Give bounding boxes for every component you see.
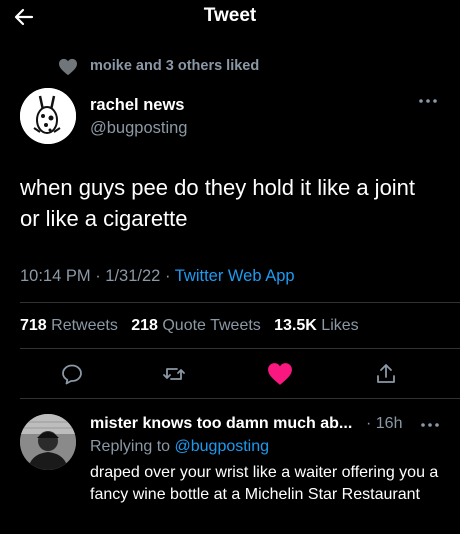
author-handle[interactable]: @bugposting bbox=[90, 119, 188, 138]
more-dots-icon[interactable] bbox=[418, 418, 442, 432]
page-title: Tweet bbox=[203, 5, 257, 26]
divider bbox=[20, 348, 460, 349]
meta-separator: · bbox=[160, 267, 175, 285]
divider bbox=[20, 398, 460, 399]
replying-to-handle[interactable]: @bugposting bbox=[175, 438, 270, 455]
reply-author-avatar[interactable] bbox=[20, 414, 76, 470]
reply-author-name[interactable]: mister knows too damn much ab... bbox=[90, 415, 352, 433]
retweets-count: 718 bbox=[20, 317, 47, 334]
social-context-text: moike and 3 others liked bbox=[90, 58, 260, 74]
likes-count: 13.5K bbox=[274, 317, 317, 334]
retweets-label: Retweets bbox=[51, 317, 118, 334]
reply-timestamp[interactable]: · 16h bbox=[366, 415, 402, 433]
quotes-count: 218 bbox=[131, 317, 158, 334]
replying-to: Replying to @bugposting bbox=[90, 438, 269, 456]
retweets-stat[interactable]: 718 Retweets bbox=[20, 317, 118, 334]
avatar-image bbox=[20, 414, 76, 470]
reply-text: draped over your wrist like a waiter off… bbox=[90, 464, 439, 503]
comment-icon bbox=[62, 364, 82, 385]
retweet-icon bbox=[163, 368, 185, 380]
likes-stat[interactable]: 13.5K Likes bbox=[274, 317, 359, 334]
retweet-button[interactable] bbox=[160, 360, 188, 388]
tweet-text: when guys pee do they hold it like a joi… bbox=[20, 175, 416, 231]
heart-filled-icon bbox=[268, 363, 292, 385]
heart-icon bbox=[59, 58, 77, 76]
like-button[interactable] bbox=[266, 360, 294, 388]
tweet-source-app[interactable]: Twitter Web App bbox=[175, 267, 295, 285]
author-name[interactable]: rachel news bbox=[90, 96, 184, 115]
share-icon bbox=[377, 364, 395, 383]
reply-button[interactable] bbox=[58, 360, 86, 388]
replying-to-label: Replying to bbox=[90, 438, 171, 455]
tweet-stats: 718 Retweets 218 Quote Tweets 13.5K Like… bbox=[20, 317, 359, 335]
likes-label: Likes bbox=[321, 317, 359, 334]
share-button[interactable] bbox=[372, 360, 400, 388]
avatar-image bbox=[20, 88, 76, 144]
author-avatar[interactable] bbox=[20, 88, 76, 144]
quotes-label: Quote Tweets bbox=[162, 317, 261, 334]
tweet-meta: 10:14 PM · 1/31/22 · Twitter Web App bbox=[20, 267, 295, 286]
divider bbox=[20, 302, 460, 303]
quote-tweets-stat[interactable]: 218 Quote Tweets bbox=[131, 317, 261, 334]
tweet-time: 10:14 PM bbox=[20, 267, 91, 285]
more-dots-icon[interactable] bbox=[416, 94, 440, 108]
tweet-date[interactable]: 1/31/22 bbox=[105, 267, 160, 285]
meta-separator: · bbox=[90, 267, 106, 285]
